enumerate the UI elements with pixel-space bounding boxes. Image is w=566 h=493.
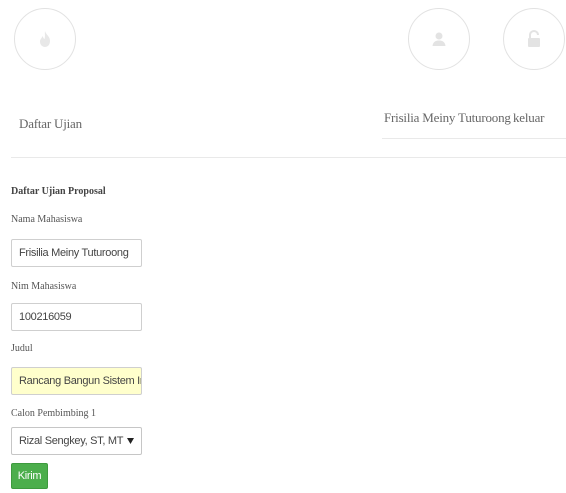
nav-logout[interactable]: keluar [513,110,544,126]
submit-button[interactable]: Kirim [11,463,48,489]
judul-input[interactable]: Rancang Bangun Sistem Informa [11,367,142,395]
unlock-icon [528,30,540,47]
nav-divider [382,138,566,139]
nav-user-name[interactable]: Frisilia Meiny Tuturoong [384,110,511,126]
user-icon [432,32,446,46]
fire-nav-circle[interactable] [14,8,76,70]
field-label-nim: Nim Mahasiswa [11,281,77,292]
dropdown-caret-icon [127,438,134,444]
field-label-nama: Nama Mahasiswa [11,214,83,225]
form-title: Daftar Ujian Proposal [11,186,106,197]
fire-icon [40,31,50,47]
field-label-pembimbing: Calon Pembimbing 1 [11,408,96,419]
pembimbing-select[interactable]: Rizal Sengkey, ST, MT [11,427,142,455]
nav-daftar-ujian[interactable]: Daftar Ujian [19,116,82,132]
page-divider [11,157,566,158]
field-label-judul: Judul [11,343,33,354]
logout-nav-circle[interactable] [503,8,565,70]
pembimbing-selected-value: Rizal Sengkey, ST, MT [19,435,124,447]
user-nav-circle[interactable] [408,8,470,70]
nim-mahasiswa-input[interactable]: 100216059 [11,303,142,331]
nama-mahasiswa-input[interactable]: Frisilia Meiny Tuturoong [11,239,142,267]
